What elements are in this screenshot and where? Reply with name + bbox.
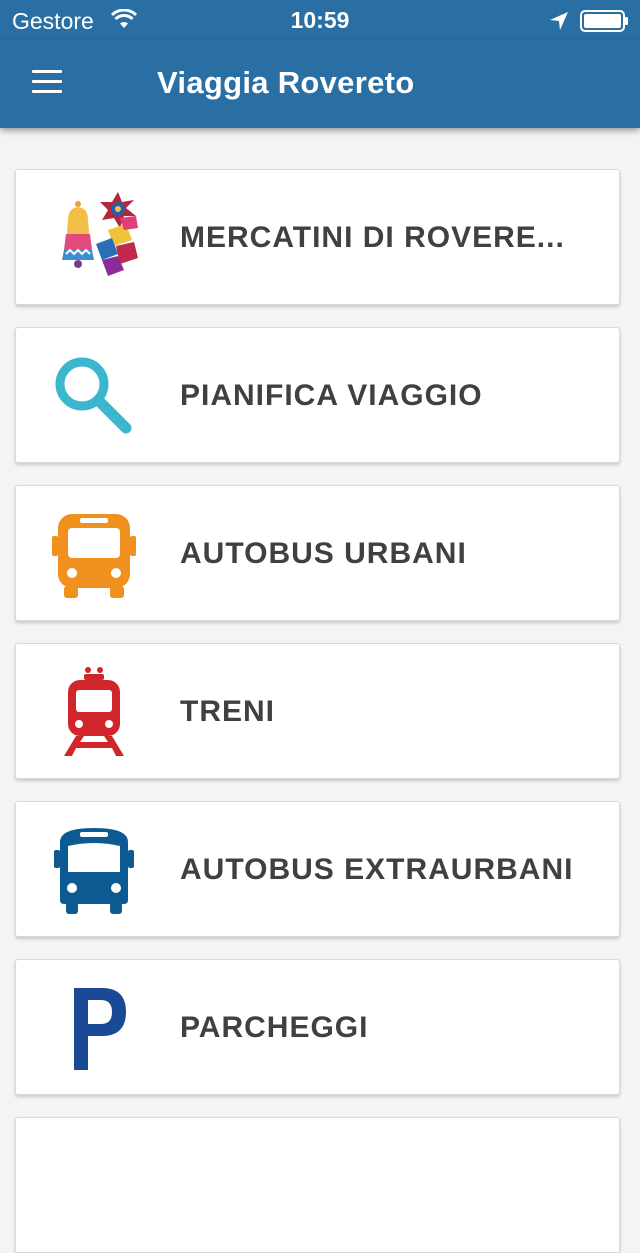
page-title: Viaggia Rovereto: [157, 65, 415, 100]
app-header: Viaggia Rovereto: [0, 40, 640, 128]
menu-item-autobus-urbani[interactable]: AUTOBUS URBANI: [15, 485, 620, 621]
menu-item-label: PIANIFICA VIAGGIO: [180, 379, 483, 412]
menu-item-treni[interactable]: TRENI: [15, 643, 620, 779]
parking-icon: [74, 988, 126, 1070]
menu-item-label: MERCATINI DI ROVERE...: [180, 221, 565, 254]
menu-item-mercatini[interactable]: MERCATINI DI ROVERE...: [15, 169, 620, 305]
status-time: 10:59: [290, 7, 350, 33]
bus-icon: [52, 514, 136, 598]
christmas-market-icon: [62, 192, 138, 276]
menu-item-label: PARCHEGGI: [180, 1011, 369, 1044]
hamburger-menu-icon[interactable]: [22, 60, 72, 106]
battery-icon: [580, 10, 628, 32]
coach-icon: [54, 828, 134, 914]
status-bar: Gestore 10:59: [0, 0, 640, 40]
train-icon: [64, 667, 124, 756]
menu-item-parcheggi[interactable]: PARCHEGGI: [15, 959, 620, 1095]
menu-item-autobus-extraurbani[interactable]: AUTOBUS EXTRAURBANI: [15, 801, 620, 937]
menu-item-next[interactable]: [15, 1117, 620, 1253]
menu-item-label: AUTOBUS URBANI: [180, 537, 467, 570]
menu-item-pianifica-viaggio[interactable]: PIANIFICA VIAGGIO: [15, 327, 620, 463]
menu-item-label: AUTOBUS EXTRAURBANI: [180, 853, 574, 886]
search-icon: [55, 357, 132, 434]
menu-item-label: TRENI: [180, 695, 275, 728]
location-arrow-icon: [550, 12, 568, 30]
